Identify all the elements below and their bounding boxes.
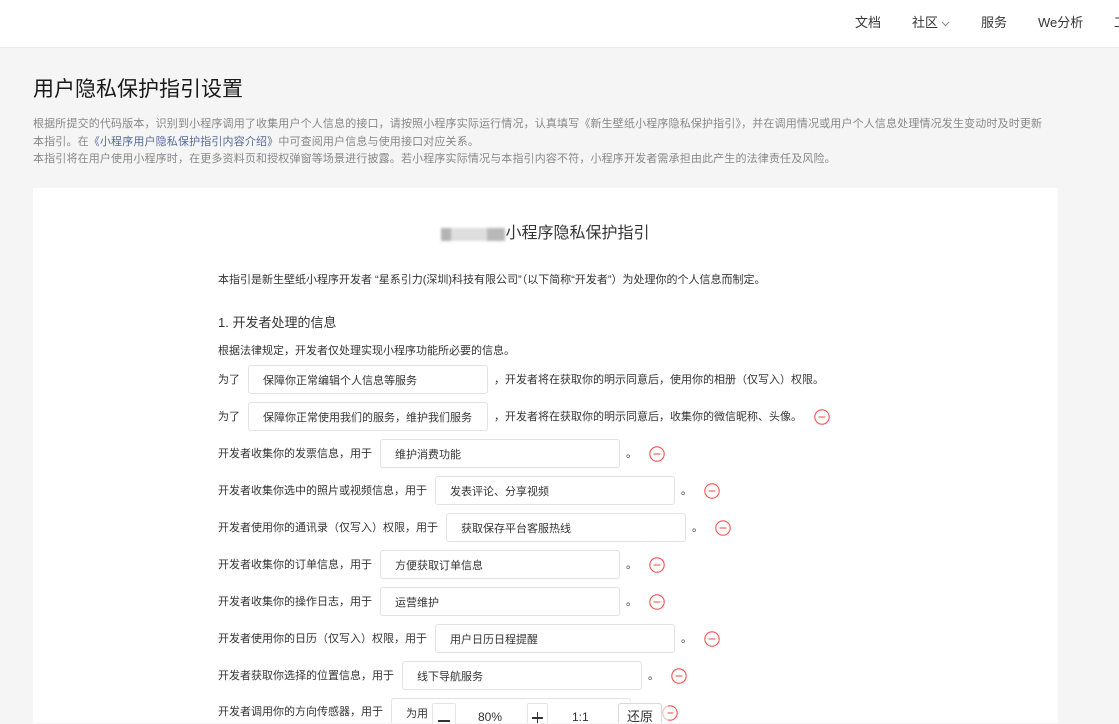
purpose-input[interactable] bbox=[380, 550, 620, 579]
privacy-info-row: 开发者收集你的操作日志，用于 。 bbox=[218, 583, 1038, 620]
section-note: 根据法律规定，开发者仅处理实现小程序功能所必要的信息。 bbox=[218, 345, 515, 357]
row-suffix-text: 。 bbox=[626, 558, 637, 571]
remove-row-button[interactable] bbox=[814, 408, 830, 425]
zoom-in-button[interactable] bbox=[527, 703, 548, 723]
nav-services[interactable]: 服务 bbox=[981, 0, 1007, 46]
zoom-out-button[interactable] bbox=[432, 703, 456, 723]
image-viewer-toolbar: 80% 1:1 还原 bbox=[428, 701, 668, 723]
description-text: 中可查阅用户信息与使用接口对应关系。 bbox=[278, 135, 480, 148]
purpose-input[interactable] bbox=[380, 587, 620, 616]
privacy-guide-intro-link[interactable]: 《小程序用户隐私保护指引内容介绍》 bbox=[89, 136, 279, 148]
minus-circle-icon bbox=[715, 519, 731, 536]
page-title: 用户隐私保护指引设置 bbox=[33, 78, 243, 101]
row-suffix-text: ，开发者将在获取你的明示同意后，使用你的相册（仅写入）权限。 bbox=[494, 373, 824, 386]
row-suffix-text: 。 bbox=[692, 521, 703, 534]
guide-title-text: 小程序隐私保护指引 bbox=[505, 225, 650, 242]
row-prefix-text: 开发者收集你的发票信息，用于 bbox=[218, 447, 372, 460]
nav-item-partial[interactable]: 工 bbox=[1114, 0, 1119, 46]
row-suffix-text: 。 bbox=[648, 669, 659, 682]
nav-community-label: 社区 bbox=[912, 15, 939, 30]
purpose-input[interactable] bbox=[446, 513, 686, 542]
row-suffix-text: 。 bbox=[681, 632, 692, 645]
guide-intro: 本指引是新生壁纸小程序开发者 “星系引力(深圳)科技有限公司”（以下简称“开发者… bbox=[218, 274, 766, 286]
description-line-1: 根据所提交的代码版本，识别到小程序调用了收集用户个人信息的接口，请按照小程序实际… bbox=[33, 118, 1043, 130]
privacy-info-row: 开发者使用你的日历（仅写入）权限，用于 。 bbox=[218, 620, 1038, 657]
remove-row-button[interactable] bbox=[704, 630, 720, 647]
remove-row-button[interactable] bbox=[649, 445, 665, 462]
remove-row-button[interactable] bbox=[704, 482, 720, 499]
top-navigation-bar: 文档 社区 服务 We分析 工 bbox=[0, 0, 1119, 48]
remove-row-button[interactable] bbox=[715, 519, 731, 536]
privacy-info-row: 开发者使用你的通讯录（仅写入）权限，用于 。 bbox=[218, 509, 1038, 546]
privacy-info-row: 开发者获取你选择的位置信息，用于 。 bbox=[218, 657, 1038, 694]
actual-size-button[interactable]: 1:1 bbox=[572, 711, 589, 723]
privacy-info-row: 为了 ，开发者将在获取你的明示同意后，收集你的微信昵称、头像。 bbox=[218, 398, 1038, 435]
row-prefix-text: 开发者使用你的日历（仅写入）权限，用于 bbox=[218, 632, 427, 645]
chevron-down-icon bbox=[941, 21, 950, 26]
row-suffix-text: 。 bbox=[626, 595, 637, 608]
redacted-app-name bbox=[441, 227, 506, 241]
minus-icon bbox=[438, 720, 450, 722]
remove-row-button[interactable] bbox=[671, 667, 687, 684]
minus-circle-icon bbox=[649, 445, 665, 462]
purpose-input[interactable] bbox=[380, 439, 620, 468]
minus-circle-icon bbox=[649, 593, 665, 610]
zoom-level-text: 80% bbox=[478, 710, 503, 724]
purpose-input[interactable] bbox=[402, 661, 642, 690]
guide-title: 小程序隐私保护指引 bbox=[33, 224, 1058, 244]
privacy-info-row: 开发者收集你选中的照片或视频信息，用于 。 bbox=[218, 472, 1038, 509]
page-description: 根据所提交的代码版本，识别到小程序调用了收集用户个人信息的接口，请按照小程序实际… bbox=[33, 116, 1073, 169]
remove-row-button[interactable] bbox=[649, 556, 665, 573]
description-text: 本指引。在 bbox=[33, 135, 89, 148]
purpose-input[interactable] bbox=[248, 365, 488, 394]
minus-circle-icon bbox=[671, 667, 687, 684]
purpose-input[interactable] bbox=[435, 624, 675, 653]
info-rows: 为了，开发者将在获取你的明示同意后，使用你的相册（仅写入）权限。为了，开发者将在… bbox=[218, 361, 1038, 723]
reset-button[interactable]: 还原 bbox=[618, 703, 662, 723]
row-prefix-text: 开发者收集你选中的照片或视频信息，用于 bbox=[218, 484, 427, 497]
nav-we-analytics[interactable]: We分析 bbox=[1038, 0, 1083, 46]
privacy-info-row: 开发者收集你的发票信息，用于 。 bbox=[218, 435, 1038, 472]
description-line-2: 本指引。在《小程序用户隐私保护指引内容介绍》中可查阅用户信息与使用接口对应关系。 bbox=[33, 134, 1073, 152]
row-prefix-text: 开发者使用你的通讯录（仅写入）权限，用于 bbox=[218, 521, 438, 534]
privacy-guide-card: 小程序隐私保护指引 本指引是新生壁纸小程序开发者 “星系引力(深圳)科技有限公司… bbox=[33, 188, 1058, 723]
minus-circle-icon bbox=[704, 482, 720, 499]
privacy-info-row: 开发者收集你的订单信息，用于 。 bbox=[218, 546, 1038, 583]
nav-docs[interactable]: 文档 bbox=[855, 0, 881, 46]
row-prefix-text: 为了 bbox=[218, 410, 240, 423]
row-prefix-text: 为了 bbox=[218, 373, 240, 386]
section-heading: 1. 开发者处理的信息 bbox=[218, 315, 337, 330]
row-prefix-text: 开发者调用你的方向传感器，用于 bbox=[218, 706, 383, 718]
minus-circle-icon bbox=[704, 630, 720, 647]
nav-community[interactable]: 社区 bbox=[912, 0, 950, 46]
row-prefix-text: 开发者收集你的操作日志，用于 bbox=[218, 595, 372, 608]
purpose-input[interactable] bbox=[248, 402, 488, 431]
minus-circle-icon bbox=[814, 408, 830, 425]
description-line-3: 本指引将在用户使用小程序时，在更多资料页和授权弹窗等场景进行披露。若小程序实际情… bbox=[33, 153, 836, 165]
minus-circle-icon bbox=[649, 556, 665, 573]
privacy-info-row: 为了 ，开发者将在获取你的明示同意后，使用你的相册（仅写入）权限。 bbox=[218, 361, 1038, 398]
row-suffix-text: ，开发者将在获取你的明示同意后，收集你的微信昵称、头像。 bbox=[494, 410, 802, 423]
remove-row-button[interactable] bbox=[649, 593, 665, 610]
purpose-input[interactable] bbox=[435, 476, 675, 505]
row-prefix-text: 开发者获取你选择的位置信息，用于 bbox=[218, 669, 394, 682]
row-suffix-text: 。 bbox=[681, 484, 692, 497]
row-suffix-text: 。 bbox=[626, 447, 637, 460]
row-prefix-text: 开发者收集你的订单信息，用于 bbox=[218, 558, 372, 571]
